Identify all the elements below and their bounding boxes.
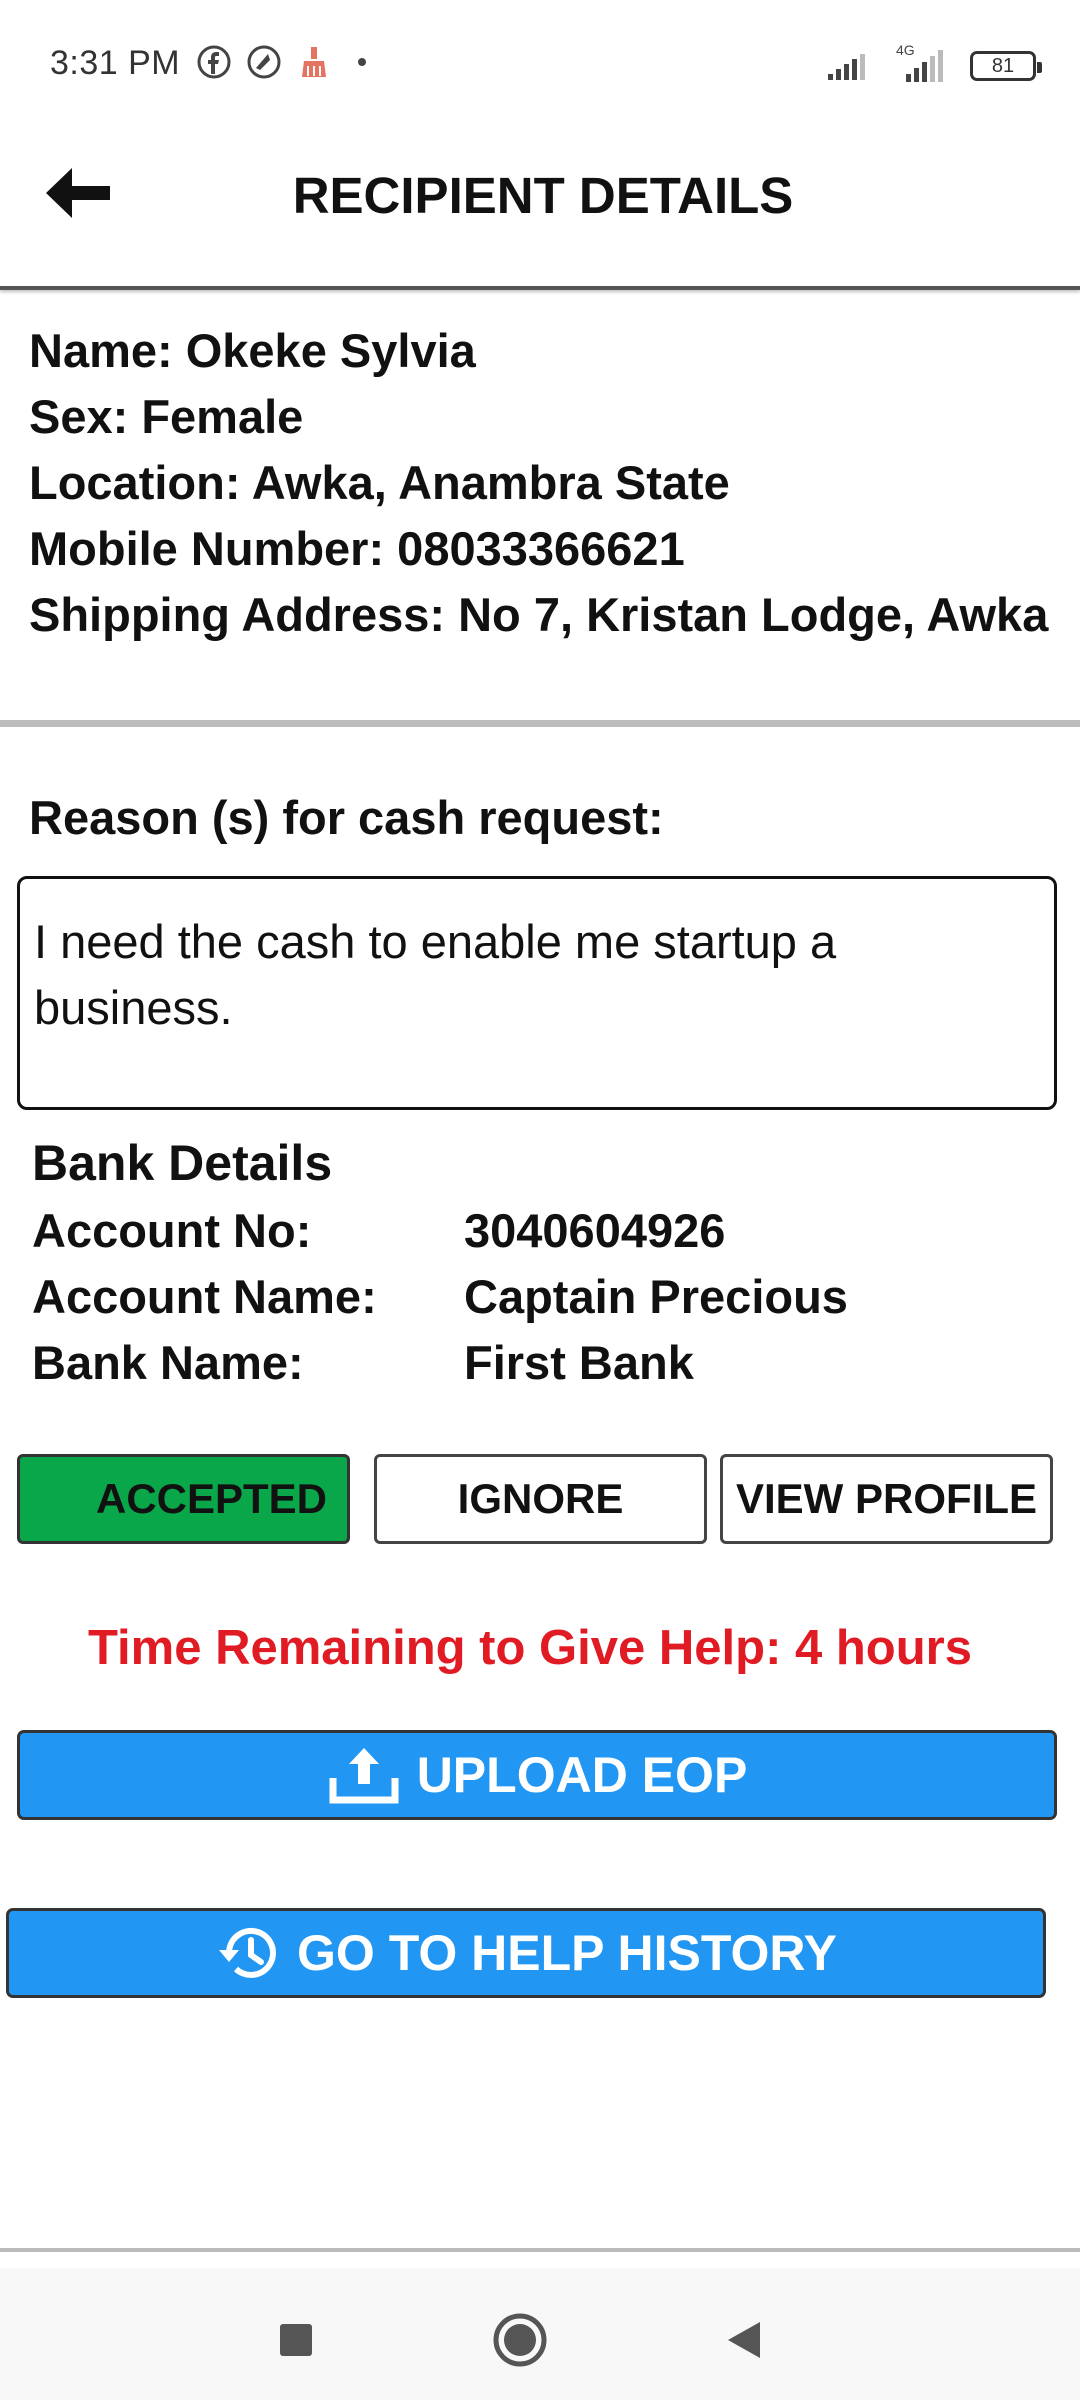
help-history-label: GO TO HELP HISTORY	[297, 1925, 837, 1981]
signal-icon	[828, 54, 865, 80]
time-remaining-text: Time Remaining to Give Help: 4 hours	[88, 1621, 972, 1675]
upload-eop-button[interactable]: UPLOAD EOP	[17, 1730, 1057, 1820]
bank-value: Captain Precious	[464, 1270, 848, 1323]
bank-value: 3040604926	[464, 1204, 726, 1257]
square-icon	[280, 2324, 312, 2356]
bank-key: Account No:	[32, 1204, 312, 1257]
more-notifications-dot	[358, 58, 366, 66]
upload-icon	[329, 1748, 399, 1804]
back-nav-button[interactable]	[712, 2308, 776, 2372]
section-divider	[0, 720, 1080, 727]
system-nav-bar	[0, 2268, 1080, 2400]
upload-eop-label: UPLOAD EOP	[416, 1747, 748, 1803]
recipient-sex: Sex: Female	[29, 390, 304, 443]
view-profile-button[interactable]: VIEW PROFILE	[720, 1454, 1053, 1544]
recipient-name: Name: Okeke Sylvia	[29, 324, 476, 377]
recipient-location: Location: Awka, Anambra State	[29, 456, 730, 509]
battery-indicator: 81	[970, 51, 1042, 81]
cleaner-broom-icon	[302, 47, 326, 77]
action-buttons: ACCEPTED IGNORE VIEW PROFILE	[17, 1454, 1057, 1544]
bank-key: Account Name:	[32, 1270, 377, 1323]
reason-text-box: I need the cash to enable me startup a b…	[17, 876, 1057, 1110]
nav-divider	[0, 2248, 1080, 2252]
app-header: RECIPIENT DETAILS	[0, 130, 1080, 288]
reason-label: Reason (s) for cash request:	[29, 791, 664, 844]
page-title: RECIPIENT DETAILS	[292, 167, 794, 224]
recents-button[interactable]	[264, 2308, 328, 2372]
circle-icon	[493, 2313, 547, 2367]
recipient-mobile: Mobile Number: 08033366621	[29, 522, 685, 575]
bank-row-bank-name: Bank Name: First Bank	[32, 1330, 1032, 1396]
history-icon	[219, 1927, 277, 1978]
bank-details: Bank Details Account No: 3040604926 Acco…	[32, 1128, 1032, 1396]
help-history-button[interactable]: GO TO HELP HISTORY	[6, 1908, 1046, 1998]
bank-key: Bank Name:	[32, 1336, 304, 1389]
bank-value: First Bank	[464, 1336, 694, 1389]
status-time: 3:31 PM	[50, 44, 181, 82]
battery-level: 81	[991, 54, 1015, 77]
recipient-info: Name: Okeke Sylvia Sex: Female Location:…	[29, 318, 1048, 648]
compass-app-icon	[247, 45, 281, 79]
notification-icons	[196, 44, 332, 80]
ignore-button[interactable]: IGNORE	[374, 1454, 707, 1544]
recipient-address: Shipping Address: No 7, Kristan Lodge, A…	[29, 588, 1049, 641]
header-divider	[0, 286, 1080, 290]
facebook-icon	[197, 45, 231, 79]
reason-text: I need the cash to enable me startup a b…	[34, 915, 837, 1034]
bank-row-account-no: Account No: 3040604926	[32, 1198, 1032, 1264]
system-indicators: 4G 81	[826, 42, 1042, 86]
signal-4g-icon: 4G	[890, 42, 950, 86]
home-button[interactable]	[488, 2308, 552, 2372]
bank-row-account-name: Account Name: Captain Precious	[32, 1264, 1032, 1330]
triangle-back-icon	[728, 2322, 760, 2358]
accepted-button[interactable]: ACCEPTED	[17, 1454, 350, 1544]
bank-details-title: Bank Details	[32, 1135, 333, 1191]
status-bar: 3:31 PM 4G 81	[0, 0, 1080, 130]
